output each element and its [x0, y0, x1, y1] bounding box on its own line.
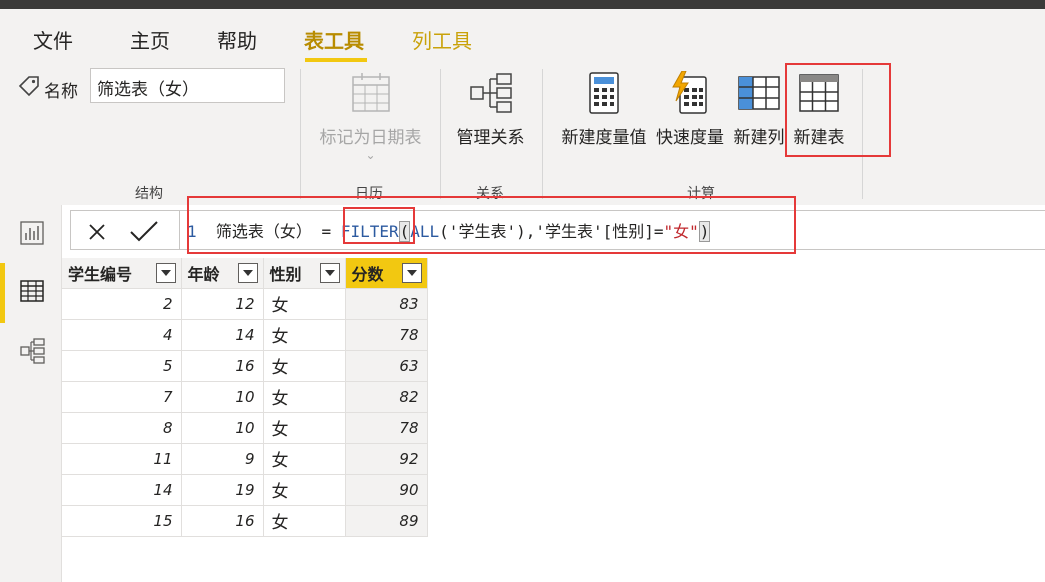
cell-student-id[interactable]: 14 — [62, 474, 182, 506]
name-label: 名称 — [44, 82, 78, 102]
cell-gender[interactable]: 女 — [263, 319, 346, 351]
ribbon-separator — [440, 69, 441, 199]
data-table: 学生编号 年龄 性别 分数 2 12 女 83 4 14 女 78 5 16 女 63 7 10 女 82 8 1… — [62, 258, 428, 537]
filter-dropdown-icon[interactable] — [319, 263, 340, 283]
cell-age[interactable]: 10 — [181, 381, 264, 413]
ribbon-separator — [542, 69, 543, 199]
new-column-icon — [738, 76, 780, 110]
table-row[interactable]: 2 12 女 83 — [62, 288, 428, 320]
chevron-down-icon: ⌄ — [365, 148, 376, 162]
cancel-icon[interactable] — [86, 221, 108, 243]
model-view-icon[interactable] — [18, 337, 46, 365]
table-row[interactable]: 5 16 女 63 — [62, 350, 428, 382]
column-header-score[interactable]: 分数 — [345, 258, 428, 289]
menu-tabs: 文件 主页 帮助 表工具 列工具 — [0, 9, 1045, 63]
cell-score[interactable]: 78 — [345, 412, 428, 444]
filter-dropdown-icon[interactable] — [237, 263, 258, 283]
table-row[interactable]: 7 10 女 82 — [62, 381, 428, 413]
cell-age[interactable]: 9 — [181, 443, 264, 475]
calendar-icon — [351, 73, 390, 112]
new-column-button[interactable]: 新建列 — [731, 71, 787, 148]
title-bar — [0, 0, 1045, 9]
formula-buttons — [70, 210, 180, 250]
left-nav — [0, 205, 62, 582]
active-tab-underline — [305, 58, 367, 62]
tab-home[interactable]: 主页 — [130, 25, 170, 54]
table-row[interactable]: 14 19 女 90 — [62, 474, 428, 506]
cell-score[interactable]: 83 — [345, 288, 428, 320]
cell-gender[interactable]: 女 — [263, 288, 346, 320]
cell-student-id[interactable]: 5 — [62, 350, 182, 382]
highlight-filter-function — [343, 207, 415, 244]
calculator-icon — [589, 72, 619, 114]
cell-score[interactable]: 78 — [345, 319, 428, 351]
new-measure-label: 新建度量值 — [561, 128, 647, 148]
cell-gender[interactable]: 女 — [263, 412, 346, 444]
tab-column-tools[interactable]: 列工具 — [412, 25, 472, 54]
column-header-student-id[interactable]: 学生编号 — [62, 258, 182, 289]
table-row[interactable]: 11 9 女 92 — [62, 443, 428, 475]
data-view-icon[interactable] — [18, 277, 46, 305]
cell-age[interactable]: 16 — [181, 505, 264, 537]
active-view-indicator — [0, 263, 5, 323]
cell-student-id[interactable]: 11 — [62, 443, 182, 475]
filter-dropdown-icon[interactable] — [155, 263, 176, 283]
cell-student-id[interactable]: 15 — [62, 505, 182, 537]
column-header-gender[interactable]: 性别 — [263, 258, 346, 289]
cell-score[interactable]: 90 — [345, 474, 428, 506]
group-label-structure: 结构 — [135, 186, 163, 202]
cell-gender[interactable]: 女 — [263, 474, 346, 506]
cell-score[interactable]: 89 — [345, 505, 428, 537]
cell-student-id[interactable]: 7 — [62, 381, 182, 413]
cell-gender[interactable]: 女 — [263, 350, 346, 382]
tab-help[interactable]: 帮助 — [217, 25, 257, 54]
relationships-icon — [469, 73, 512, 113]
mark-as-date-table-button[interactable]: 标记为日期表 ⌄ — [313, 71, 428, 162]
table-row[interactable]: 4 14 女 78 — [62, 319, 428, 351]
manage-relationships-button[interactable]: 管理关系 — [448, 71, 533, 148]
new-column-label: 新建列 — [733, 128, 785, 148]
table-name-input[interactable]: 筛选表（女） — [90, 68, 285, 103]
manage-relationships-label: 管理关系 — [456, 128, 525, 148]
cell-gender[interactable]: 女 — [263, 505, 346, 537]
cell-score[interactable]: 63 — [345, 350, 428, 382]
ribbon-separator — [300, 69, 301, 199]
highlight-new-table — [785, 63, 891, 157]
cell-score[interactable]: 82 — [345, 381, 428, 413]
tab-file[interactable]: 文件 — [33, 25, 73, 54]
cell-age[interactable]: 16 — [181, 350, 264, 382]
cell-score[interactable]: 92 — [345, 443, 428, 475]
cell-student-id[interactable]: 4 — [62, 319, 182, 351]
cell-age[interactable]: 14 — [181, 319, 264, 351]
highlight-formula — [187, 196, 796, 254]
table-row[interactable]: 15 16 女 89 — [62, 505, 428, 537]
cell-gender[interactable]: 女 — [263, 443, 346, 475]
new-measure-button[interactable]: 新建度量值 — [556, 71, 652, 148]
filter-dropdown-icon[interactable] — [401, 263, 422, 283]
quick-measure-icon — [672, 71, 707, 114]
data-grid: 学生编号 年龄 性别 分数 2 12 女 83 4 14 女 78 5 16 女 63 7 10 女 82 8 1… — [62, 258, 428, 537]
quick-measure-label: 快速度量 — [656, 128, 724, 148]
quick-measure-button[interactable]: 快速度量 — [654, 71, 726, 148]
commit-check-icon[interactable] — [129, 219, 159, 243]
tab-table-tools[interactable]: 表工具 — [304, 25, 364, 54]
table-row[interactable]: 8 10 女 78 — [62, 412, 428, 444]
cell-student-id[interactable]: 2 — [62, 288, 182, 320]
column-header-age[interactable]: 年龄 — [181, 258, 264, 289]
cell-gender[interactable]: 女 — [263, 381, 346, 413]
cell-student-id[interactable]: 8 — [62, 412, 182, 444]
tag-icon — [18, 76, 39, 97]
mark-as-date-table-label: 标记为日期表 — [319, 128, 422, 148]
table-body: 2 12 女 83 4 14 女 78 5 16 女 63 7 10 女 82 8 10 女 78 11 9 女 92 14 19… — [62, 288, 428, 537]
cell-age[interactable]: 12 — [181, 288, 264, 320]
report-view-icon[interactable] — [18, 219, 46, 247]
cell-age[interactable]: 10 — [181, 412, 264, 444]
cell-age[interactable]: 19 — [181, 474, 264, 506]
